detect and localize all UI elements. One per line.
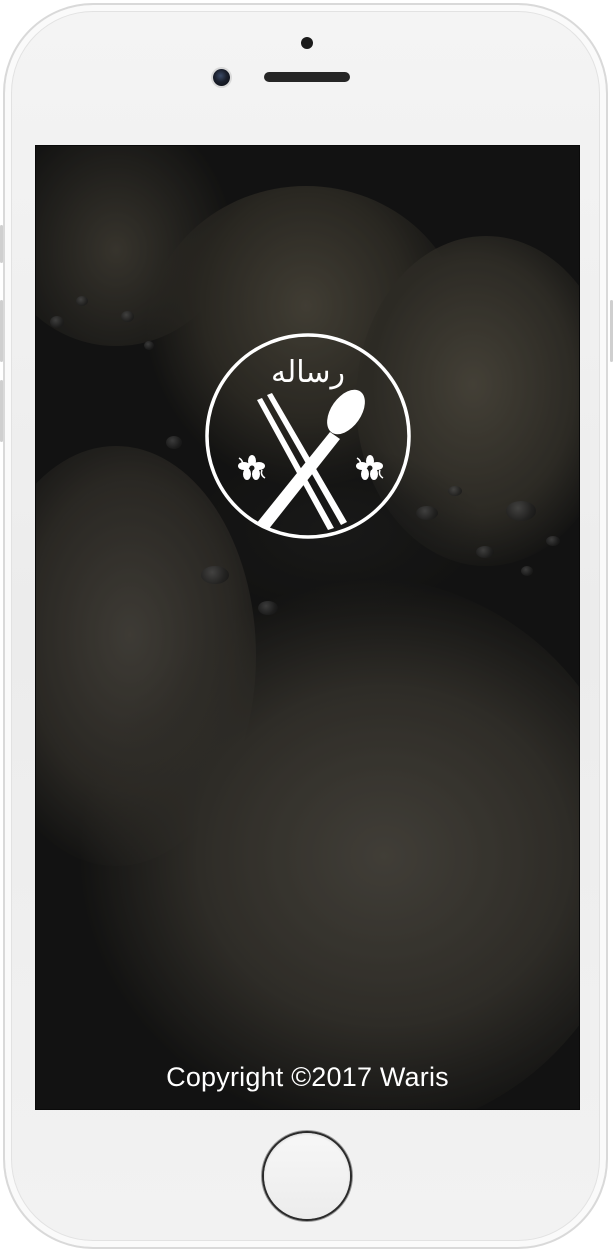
earpiece-speaker (264, 72, 350, 82)
proximity-sensor (301, 37, 313, 49)
copyright-text: Copyright ©2017 Waris (166, 1062, 449, 1092)
flower-ornament-icon (356, 455, 384, 480)
side-button-volume-up (0, 300, 3, 362)
phone-frame: ﺭﺳﺎﻟﻪ Copyright ©2017 Waris (0, 0, 613, 1255)
home-button[interactable] (264, 1133, 350, 1219)
side-button-mute (0, 225, 3, 263)
splash-screen: ﺭﺳﺎﻟﻪ Copyright ©2017 Waris (35, 145, 580, 1110)
logo-label: ﺭﺳﺎﻟﻪ (271, 355, 345, 390)
flower-ornament-icon (238, 455, 266, 480)
spoon-and-chopsticks-emblem-icon: ﺭﺳﺎﻟﻪ (205, 333, 411, 539)
side-button-volume-down (0, 380, 3, 442)
dark-overlay (36, 146, 579, 1109)
front-camera (213, 69, 230, 86)
